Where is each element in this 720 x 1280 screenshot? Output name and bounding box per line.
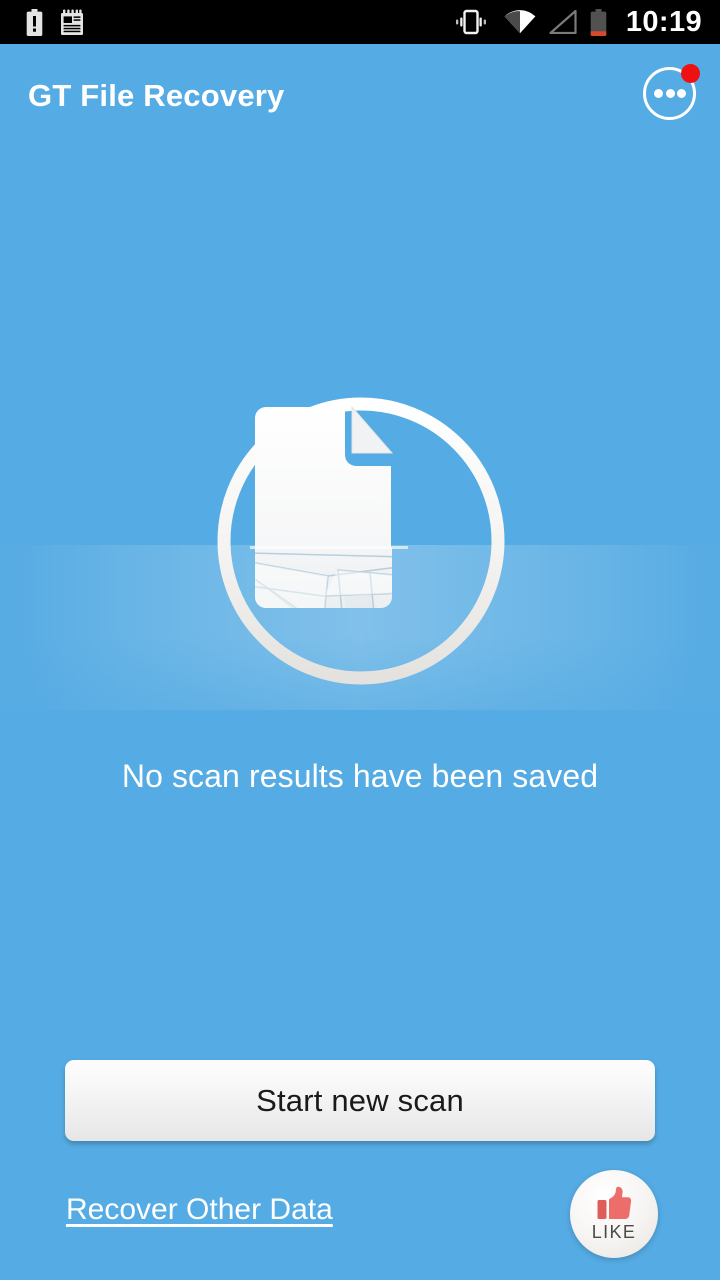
notification-badge [681,64,700,83]
status-bar-right-icons: 10:19 [451,5,720,38]
notepad-icon [61,9,83,35]
status-clock: 10:19 [625,5,702,38]
action-bar: GT File Recovery [0,44,720,148]
thumbs-up-icon [597,1186,632,1220]
overflow-menu-button[interactable] [641,64,703,126]
wifi-icon [504,10,536,34]
page-title: GT File Recovery [28,78,285,113]
status-bar: 10:19 [0,0,720,44]
battery-alert-icon [26,8,43,36]
recover-other-data-link[interactable]: Recover Other Data [66,1193,333,1227]
empty-state-message: No scan results have been saved [121,758,599,794]
app-screen: 10:19 GT File Recovery No scan results h… [0,0,720,1280]
cell-signal-icon [549,10,577,34]
status-bar-left-icons [0,8,85,36]
overflow-dot-2 [665,89,675,98]
start-new-scan-button[interactable]: Start new scan [65,1060,655,1141]
broken-document-illustration [217,397,505,685]
battery-icon [590,8,607,36]
overflow-dot-3 [677,89,686,98]
like-label: LIKE [591,1222,637,1242]
like-button[interactable]: LIKE [570,1170,658,1258]
overflow-dot-1 [654,89,663,98]
vibrate-icon [455,9,486,35]
